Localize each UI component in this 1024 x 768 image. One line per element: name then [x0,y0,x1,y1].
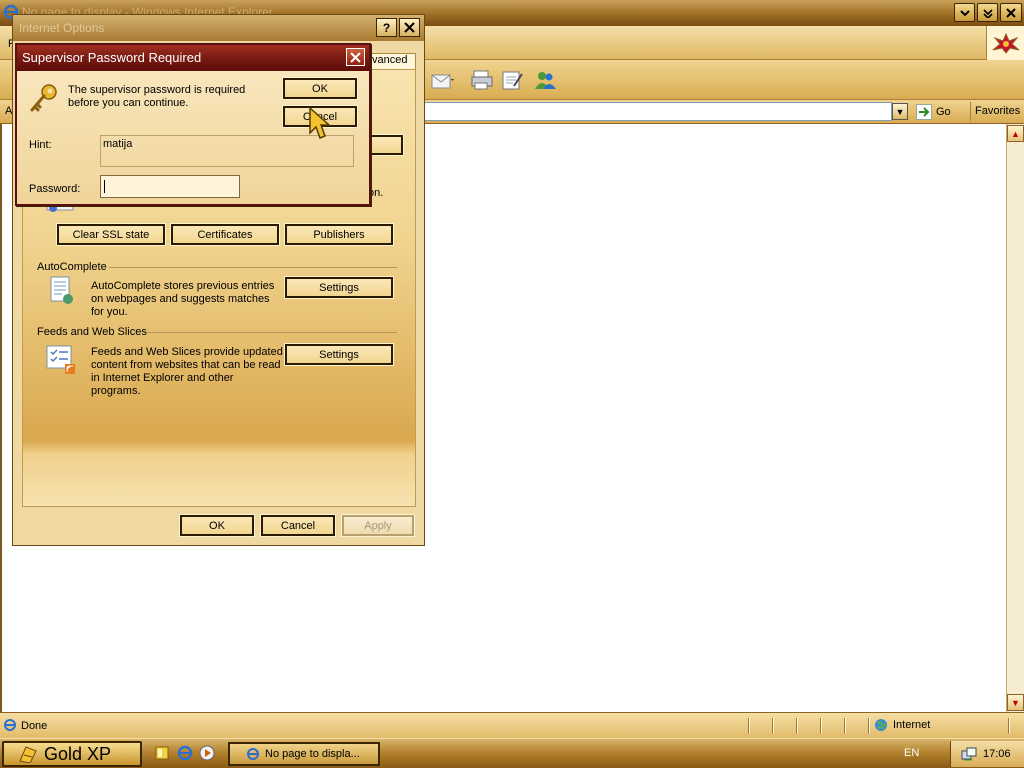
password-input[interactable] [100,175,240,198]
status-divider [748,718,750,734]
windows-logo [986,26,1024,60]
arrow-down-icon: ▼ [1011,697,1020,708]
taskbar-item-label: No page to displa... [265,748,360,760]
address-input[interactable] [420,102,892,121]
close-icon [404,22,415,33]
maximize-button[interactable] [977,3,998,22]
section-divider [147,332,397,333]
go-label: Go [936,105,951,118]
vertical-scrollbar[interactable]: ▲ ▼ [1006,124,1024,712]
tab-advanced[interactable]: vanced [369,53,416,69]
taskbar: Gold XP No page to displa... EN 17:06 [0,738,1024,768]
status-divider [844,718,846,734]
status-divider [868,718,870,734]
clock[interactable]: 17:06 [983,748,1011,760]
go-button[interactable]: Go [913,102,967,121]
media-player-icon[interactable] [199,745,215,761]
messenger-icon[interactable] [533,69,557,91]
address-dropdown-button[interactable]: ▼ [892,103,908,120]
supervisor-ok-button[interactable]: OK [282,77,358,100]
security-zone[interactable]: Internet [874,718,930,732]
options-apply-button[interactable]: Apply [341,514,415,537]
clear-ssl-state-button[interactable]: Clear SSL state [56,223,166,246]
internet-explorer-icon[interactable] [177,745,193,761]
autocomplete-heading: AutoComplete [37,261,107,273]
throbber-icon [992,32,1019,54]
favorites-link[interactable]: Favorites [970,102,1024,121]
supervisor-close-button[interactable] [346,48,365,66]
mouse-cursor-icon [309,107,331,139]
scroll-up-arrow[interactable]: ▲ [1007,125,1024,142]
edit-icon[interactable] [500,69,524,91]
scroll-down-arrow[interactable]: ▼ [1007,694,1024,711]
section-divider [109,267,397,268]
close-icon [1006,7,1016,18]
start-logo-icon [19,746,37,763]
taskbar-item-ie[interactable]: No page to displa... [228,742,380,766]
supervisor-titlebar: Supervisor Password Required [17,45,369,71]
status-divider [796,718,798,734]
help-button[interactable]: ? [376,18,397,37]
arrow-up-icon: ▲ [1011,128,1020,139]
text-caret [104,180,105,193]
certificates-button[interactable]: Certificates [170,223,280,246]
network-icon[interactable] [961,746,977,762]
status-text: Done [21,720,48,732]
internet-options-title: Internet Options [19,21,105,35]
feeds-description: Feeds and Web Slices provide updated con… [91,346,283,397]
status-divider [1008,718,1010,734]
publishers-button[interactable]: Publishers [284,223,394,246]
page-status-icon [4,719,16,731]
print-icon[interactable] [470,69,494,91]
supervisor-title: Supervisor Password Required [22,50,202,65]
go-arrow-icon [916,103,932,120]
feeds-settings-button[interactable]: Settings [284,343,394,366]
feeds-heading: Feeds and Web Slices [37,326,147,338]
supervisor-message: The supervisor password is required befo… [68,84,246,109]
partial-hidden-button[interactable] [367,134,404,156]
system-tray: 17:06 [950,741,1024,767]
password-label: Password: [29,183,81,195]
restore-icon [982,8,993,18]
hint-label: Hint: [29,139,52,151]
autocomplete-settings-button[interactable]: Settings [284,276,394,299]
minimize-button[interactable] [954,3,975,22]
status-divider [772,718,774,734]
mail-icon[interactable] [430,69,454,91]
feeds-icon [46,345,75,374]
close-window-button[interactable] [1000,3,1022,22]
zone-label: Internet [893,719,931,731]
chevron-down-icon: ▼ [895,106,905,117]
minimize-icon [959,9,970,16]
options-ok-button[interactable]: OK [179,514,255,537]
status-divider [820,718,822,734]
autocomplete-icon [50,276,73,304]
key-icon [30,84,57,112]
globe-icon [875,719,887,731]
options-cancel-button[interactable]: Cancel [260,514,336,537]
ie-task-icon [247,748,259,760]
close-options-button[interactable] [399,18,420,37]
help-icon: ? [382,20,391,35]
show-desktop-icon[interactable] [154,745,170,761]
autocomplete-description: AutoComplete stores previous entries on … [91,280,275,318]
language-indicator[interactable]: EN [904,747,919,759]
close-icon [350,51,361,63]
status-bar: Done Internet [0,712,1024,738]
start-button[interactable]: Gold XP [2,741,142,767]
internet-options-titlebar: Internet Options ? [13,15,424,41]
start-label: Gold XP [44,743,112,764]
